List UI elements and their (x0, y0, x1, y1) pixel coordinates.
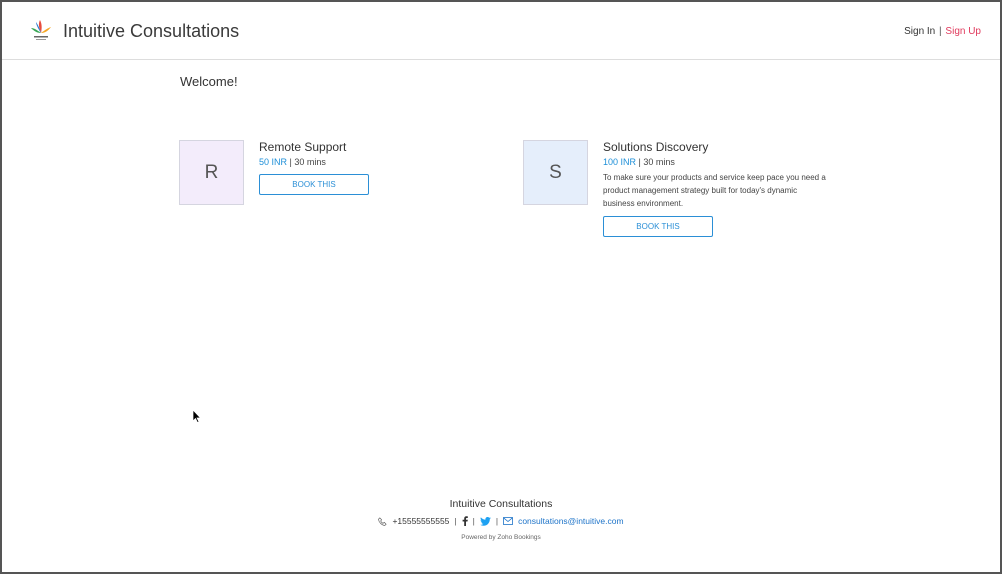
footer-title: Intuitive Consultations (449, 498, 553, 510)
mail-icon (503, 517, 513, 525)
service-details: Remote Support 50 INR | 30 mins BOOK THI… (259, 140, 369, 195)
service-price: 100 INR (603, 157, 637, 167)
twitter-icon[interactable] (479, 516, 491, 526)
welcome-heading: Welcome! (180, 74, 238, 89)
service-thumbnail[interactable]: S (523, 140, 588, 205)
mouse-cursor-icon (192, 409, 202, 423)
header: Intuitive Consultations Sign In | Sign U… (2, 2, 1000, 60)
brand-name: Intuitive Consultations (63, 21, 240, 41)
phone-icon (378, 516, 388, 526)
service-card-remote-support: R Remote Support 50 INR | 30 mins BOOK T… (179, 140, 479, 210)
service-name[interactable]: Solutions Discovery (603, 140, 828, 154)
footer-separator: | (472, 516, 475, 526)
footer-separator: | (495, 516, 499, 526)
facebook-icon[interactable] (462, 516, 468, 526)
service-price: 50 INR (259, 157, 288, 167)
powered-by[interactable]: Powered by Zoho Bookings (2, 534, 1000, 541)
service-details: Solutions Discovery 100 INR | 30 mins To… (603, 140, 828, 237)
footer: Intuitive Consultations +15555555555 | |… (2, 498, 1000, 541)
company-logo[interactable] (30, 19, 52, 43)
footer-phone[interactable]: +15555555555 (392, 516, 449, 526)
service-card-solutions-discovery: S Solutions Discovery 100 INR | 30 mins … (523, 140, 833, 245)
footer-email-link[interactable]: consultations@intuitive.com (518, 516, 623, 526)
sign-up-link[interactable]: Sign Up (945, 26, 981, 37)
auth-separator: | (939, 26, 942, 37)
service-duration: 30 mins (643, 157, 675, 167)
service-meta: 50 INR | 30 mins (259, 157, 369, 168)
service-description: To make sure your products and service k… (603, 173, 826, 208)
service-meta: 100 INR | 30 mins (603, 157, 828, 168)
book-this-button[interactable]: BOOK THIS (259, 174, 369, 195)
meta-separator: | (289, 157, 292, 167)
browser-frame: Intuitive Consultations Sign In | Sign U… (0, 0, 1002, 574)
footer-separator: | (454, 516, 457, 526)
footer-contact-row: +15555555555 | | | consultations@intuiti… (2, 516, 1000, 526)
service-duration: 30 mins (294, 157, 326, 167)
sign-in-link[interactable]: Sign In (904, 26, 935, 37)
service-name[interactable]: Remote Support (259, 140, 369, 154)
meta-separator: | (638, 157, 641, 167)
book-this-button[interactable]: BOOK THIS (603, 216, 713, 237)
service-thumbnail[interactable]: R (179, 140, 244, 205)
auth-links: Sign In | Sign Up (904, 26, 981, 37)
